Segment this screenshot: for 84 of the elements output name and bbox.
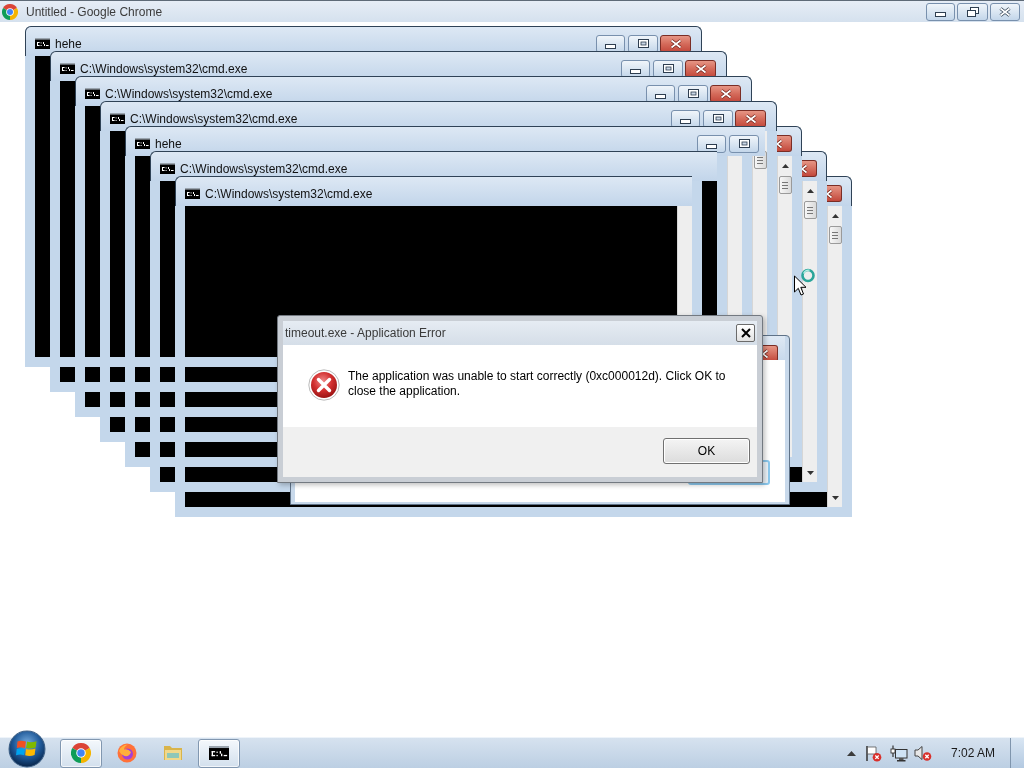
scrollbar-thumb[interactable] — [803, 201, 817, 219]
close-icon — [719, 88, 732, 99]
network-icon[interactable] — [889, 744, 908, 762]
windows-logo-icon — [8, 730, 46, 768]
caret-up-icon[interactable] — [781, 164, 789, 168]
error-icon — [308, 369, 340, 401]
minimize-icon — [605, 44, 616, 49]
minimize-icon — [655, 94, 666, 99]
window-title: C:\Windows\system32\cmd.exe — [105, 86, 273, 101]
taskbar-button[interactable] — [198, 738, 240, 768]
error-message: The application was unable to start correctly (0xc000012d). Click OK to close the application. — [348, 369, 727, 399]
minimize-button[interactable] — [646, 84, 675, 103]
maximize-button[interactable] — [628, 34, 658, 53]
maximize-button[interactable] — [678, 84, 708, 103]
close-icon — [827, 188, 833, 199]
ok-button[interactable]: OK — [663, 438, 750, 464]
window-title: hehe — [155, 136, 182, 151]
clock[interactable]: 7:02 AM — [950, 746, 995, 760]
close-icon — [999, 6, 1011, 17]
close-icon — [744, 113, 757, 124]
minimize-icon — [630, 69, 641, 74]
scrollbar[interactable] — [802, 181, 817, 482]
maximize-button[interactable] — [653, 59, 683, 78]
firefox-logo-icon — [117, 743, 137, 763]
close-button[interactable] — [660, 34, 691, 53]
maximize-icon — [738, 139, 750, 148]
minimize-icon — [706, 144, 717, 149]
caret-up-icon[interactable] — [846, 750, 856, 756]
flag-icon[interactable] — [863, 744, 882, 762]
console-icon — [209, 746, 229, 760]
close-button[interactable] — [802, 160, 817, 177]
minimize-button[interactable] — [671, 109, 700, 128]
close-button[interactable] — [736, 324, 755, 342]
close-button[interactable] — [777, 135, 792, 152]
speaker-icon[interactable] — [913, 745, 932, 761]
caret-down-icon[interactable] — [831, 496, 839, 500]
chrome-logo-icon — [71, 743, 91, 763]
close-icon — [694, 63, 707, 74]
scrollbar-thumb[interactable] — [778, 176, 792, 194]
close-icon — [669, 38, 682, 49]
close-button[interactable] — [710, 84, 741, 103]
console-icon — [160, 163, 175, 174]
dialog-title: timeout.exe - Application Error — [285, 326, 446, 340]
minimize-button[interactable] — [697, 134, 726, 153]
close-button[interactable] — [735, 109, 766, 128]
busy-cursor-icon — [792, 268, 815, 296]
maximize-icon — [662, 64, 674, 73]
maximize-button[interactable] — [729, 134, 759, 153]
maximize-icon — [637, 39, 649, 48]
maximize-icon — [687, 89, 699, 98]
close-icon — [802, 163, 808, 174]
window-title: C:\Windows\system32\cmd.exe — [205, 186, 373, 201]
minimize-icon — [680, 119, 691, 124]
window-title: C:\Windows\system32\cmd.exe — [130, 111, 298, 126]
caret-up-icon[interactable] — [806, 189, 814, 193]
start-button[interactable] — [8, 730, 46, 768]
close-button[interactable] — [685, 59, 716, 78]
console-icon — [35, 38, 50, 49]
close-button[interactable] — [827, 185, 842, 202]
restore-icon — [966, 6, 979, 17]
window-title: C:\Windows\system32\cmd.exe — [80, 61, 248, 76]
console-icon — [85, 88, 100, 99]
minimize-icon — [935, 12, 946, 17]
console-icon — [60, 63, 75, 74]
minimize-button[interactable] — [596, 34, 625, 53]
minimize-button[interactable] — [926, 2, 955, 21]
console-icon — [110, 113, 125, 124]
folder-icon — [163, 744, 183, 762]
restore-button[interactable] — [957, 2, 988, 21]
maximize-icon — [712, 114, 724, 123]
window-title: hehe — [55, 36, 82, 51]
chrome-logo-icon — [2, 3, 18, 20]
scrollbar[interactable] — [827, 206, 842, 507]
minimize-button[interactable] — [621, 59, 650, 78]
console-icon — [135, 138, 150, 149]
window-title: C:\Windows\system32\cmd.exe — [180, 161, 348, 176]
scrollbar-thumb[interactable] — [828, 226, 842, 244]
console-icon — [185, 188, 200, 199]
close-icon — [777, 138, 783, 149]
maximize-button[interactable] — [703, 109, 733, 128]
window-title: Untitled - Google Chrome — [26, 4, 163, 19]
close-icon — [740, 328, 751, 338]
caret-down-icon[interactable] — [806, 471, 814, 475]
caret-up-icon[interactable] — [831, 214, 839, 218]
